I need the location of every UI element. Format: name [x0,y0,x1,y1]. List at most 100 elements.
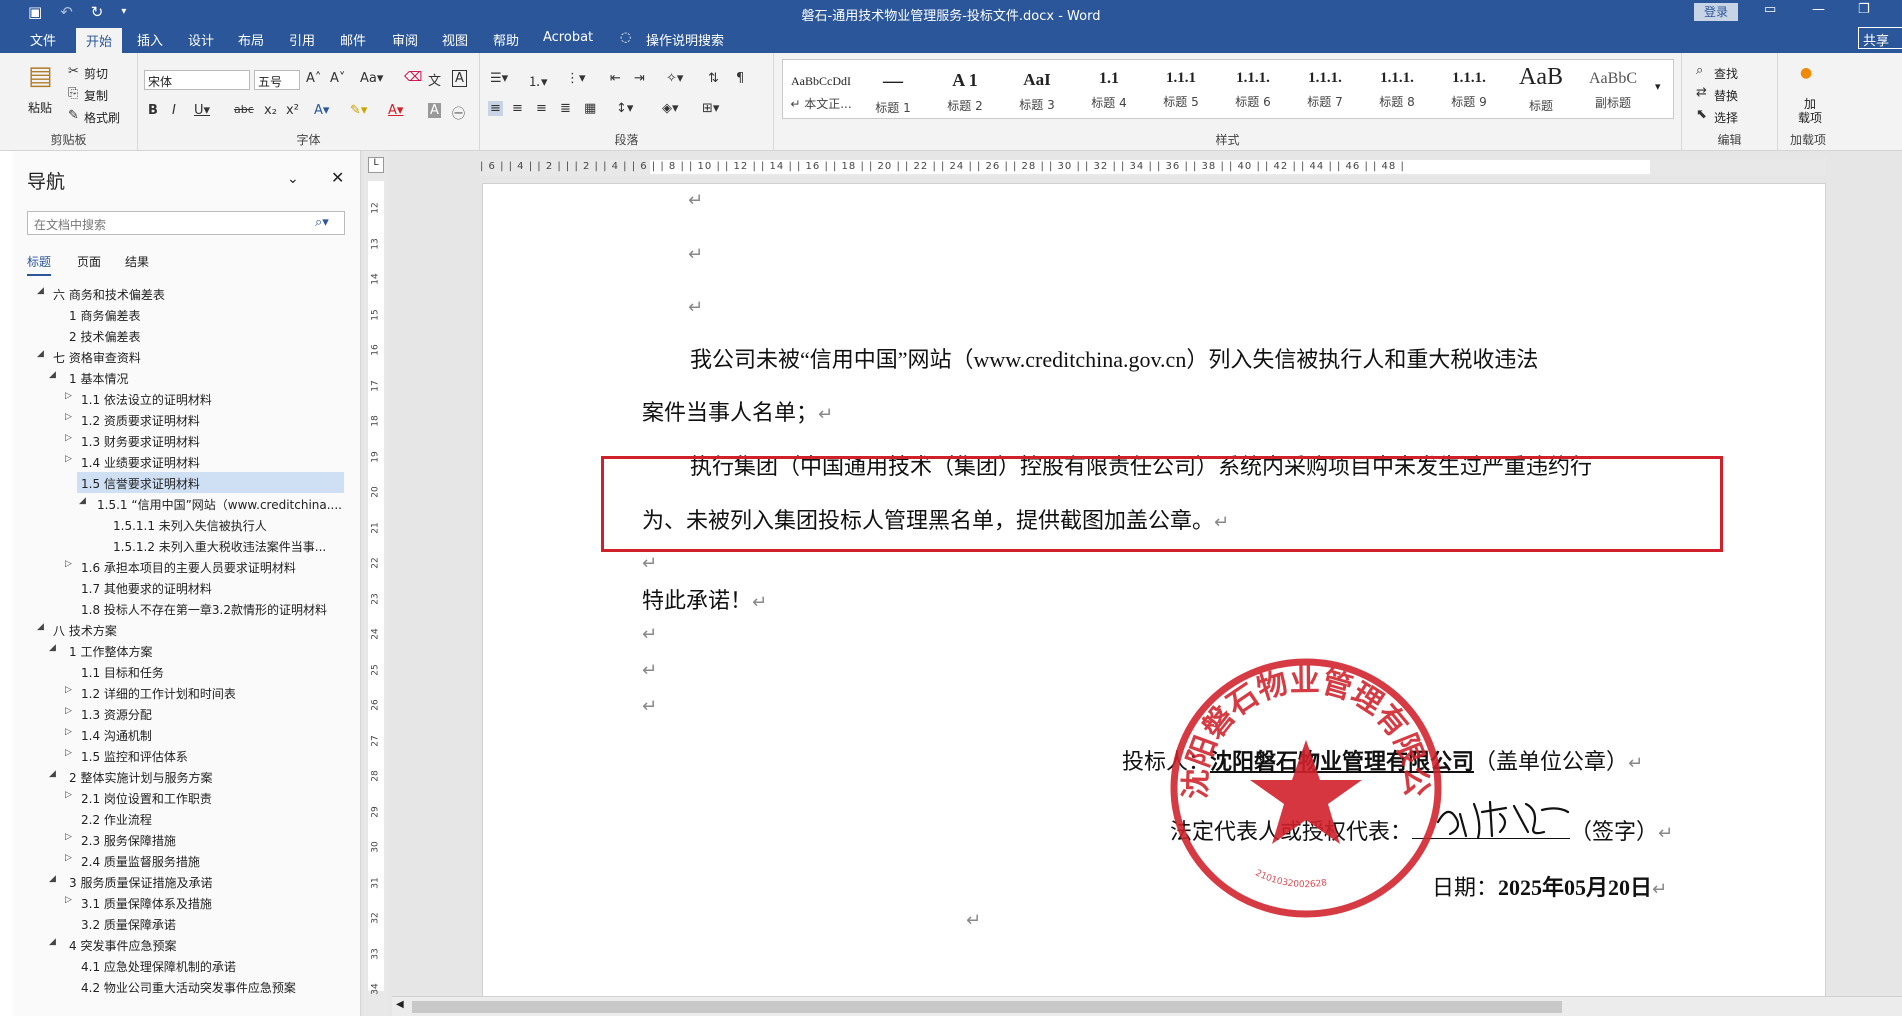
distributed-icon[interactable]: ▦ [584,101,596,116]
heading-item[interactable]: ▷ 1.4 业绩要求证明材料 [13,451,359,472]
font-color-icon[interactable]: A▾ [388,103,403,118]
collapse-arrow-icon[interactable]: ◢ [49,874,56,884]
tab-view[interactable]: 视图 [442,30,468,49]
maximize-icon[interactable]: ❐ [1858,2,1870,17]
style-heading-6[interactable]: 1.1.1. 标题 6 [1217,60,1289,118]
tab-review[interactable]: 审阅 [392,30,418,49]
expand-arrow-icon[interactable]: ▷ [65,790,72,800]
tab-file[interactable]: 文件 [30,30,56,49]
style-heading-8[interactable]: 1.1.1. 标题 8 [1361,60,1433,118]
heading-item[interactable]: 1 商务偏差表 [13,304,359,325]
heading-item[interactable]: ▷ 1.6 承担本项目的主要人员要求证明材料 [13,556,359,577]
expand-arrow-icon[interactable]: ▷ [65,706,72,716]
nav-options-icon[interactable]: ⌄ [287,171,299,187]
text-effects-icon[interactable]: A▾ [314,103,329,118]
highlight-icon[interactable]: ✎▾ [350,103,367,118]
tab-references[interactable]: 引用 [289,30,315,49]
heading-item[interactable]: ◢ 3 服务质量保证措施及承诺 [13,871,359,892]
heading-item[interactable]: 3.2 质量保障承诺 [13,913,359,934]
format-painter-icon[interactable]: ✎ [68,108,79,123]
strikethrough-icon[interactable]: abc [234,103,254,116]
style-title[interactable]: AaB 标题 [1505,60,1577,118]
collapse-arrow-icon[interactable]: ◢ [49,937,56,947]
heading-item[interactable]: ◢ 1 基本情况 [13,367,359,388]
heading-item[interactable]: 2.2 作业流程 [13,808,359,829]
heading-item[interactable]: ◢ 六 商务和技术偏差表 [13,283,359,304]
line-spacing-icon[interactable]: ↕▾ [616,101,633,116]
decrease-indent-icon[interactable]: ⇤ [610,71,621,86]
heading-item[interactable]: ▷ 2.4 质量监督服务措施 [13,850,359,871]
collapse-arrow-icon[interactable]: ◢ [49,370,56,380]
heading-item[interactable]: ▷ 1.1 依法设立的证明材料 [13,388,359,409]
heading-item[interactable]: ◢ 七 资格审查资料 [13,346,359,367]
tab-layout[interactable]: 布局 [238,30,264,49]
shading-icon[interactable]: ◈▾ [662,101,679,116]
heading-item[interactable]: ▷ 3.1 质量保障体系及措施 [13,892,359,913]
expand-arrow-icon[interactable]: ▷ [65,433,72,443]
copy-button[interactable]: 复制 [84,87,108,104]
find-icon[interactable]: ⌕ [1696,63,1703,78]
heading-item[interactable]: ▷ 1.2 资质要求证明材料 [13,409,359,430]
expand-arrow-icon[interactable]: ▷ [65,685,72,695]
find-button[interactable]: 查找 [1714,65,1738,82]
expand-arrow-icon[interactable]: ▷ [65,559,72,569]
heading-item[interactable]: 1.5.1.2 未列入重大税收违法案件当事... [13,535,359,556]
subscript-icon[interactable]: x₂ [264,103,277,118]
select-icon[interactable]: ⬉ [1696,107,1707,122]
styles-more-icon[interactable]: ▾ [1655,80,1661,93]
heading-item[interactable]: ▷ 2.1 岗位设置和工作职责 [13,787,359,808]
increase-indent-icon[interactable]: ⇥ [634,71,645,86]
expand-arrow-icon[interactable]: ▷ [65,391,72,401]
heading-item[interactable]: ▷ 1.3 财务要求证明材料 [13,430,359,451]
collapse-arrow-icon[interactable]: ◢ [37,349,44,359]
collapse-arrow-icon[interactable]: ◢ [37,622,44,632]
align-left-icon[interactable]: ≡ [488,101,503,116]
expand-arrow-icon[interactable]: ▷ [65,727,72,737]
heading-item[interactable]: 1.1 目标和任务 [13,661,359,682]
sort-icon[interactable]: ⇅ [708,71,719,86]
scrollbar-thumb[interactable] [412,1001,1562,1013]
expand-arrow-icon[interactable]: ▷ [65,832,72,842]
justify-icon[interactable]: ≣ [560,101,571,116]
bullets-icon[interactable]: ☰▾ [490,71,508,86]
tab-results[interactable]: 结果 [125,253,149,270]
enclose-char-icon[interactable]: ㊀ [452,103,465,122]
show-marks-icon[interactable]: ¶ [736,71,744,86]
select-button[interactable]: 选择 [1714,109,1738,126]
tab-selector-icon[interactable]: L [368,157,384,173]
tab-acrobat[interactable]: Acrobat [543,30,593,45]
numbering-icon[interactable]: ⒈▾ [528,71,548,90]
nav-search-input[interactable]: 在文档中搜索 [27,211,345,235]
share-button[interactable]: 共享 [1858,27,1902,49]
style-heading-2[interactable]: A 1 标题 2 [929,60,1001,118]
tab-mailings[interactable]: 邮件 [340,30,366,49]
copy-icon[interactable]: ⎘ [68,86,78,101]
ribbon-display-icon[interactable]: ▭ [1764,2,1776,17]
superscript-icon[interactable]: x² [286,103,299,118]
style-heading-4[interactable]: 1.1 标题 4 [1073,60,1145,118]
tab-help[interactable]: 帮助 [493,30,519,49]
heading-item[interactable]: ▷ 2.3 服务保障措施 [13,829,359,850]
addins-icon[interactable]: ● [1800,65,1812,81]
minimize-icon[interactable]: — [1812,2,1825,17]
bold-icon[interactable]: B [148,103,158,118]
italic-icon[interactable]: I [172,103,176,118]
chinese-layout-icon[interactable]: ✧▾ [666,71,683,86]
heading-item[interactable]: ▷ 1.5 监控和评估体系 [13,745,359,766]
heading-item-selected[interactable]: ◢1.5 信誉要求证明材料 [77,472,344,493]
borders-icon[interactable]: ⊞▾ [702,101,719,116]
heading-item[interactable]: 1.5.1.1 未列入失信被执行人 [13,514,359,535]
replace-icon[interactable]: ⇄ [1696,85,1707,100]
paste-button[interactable]: 粘贴 [28,99,52,116]
align-right-icon[interactable]: ≡ [536,101,547,116]
phonetic-icon[interactable]: 文 [428,70,441,89]
tab-design[interactable]: 设计 [188,30,214,49]
format-painter-button[interactable]: 格式刷 [84,109,120,126]
heading-item[interactable]: ◢ 2 整体实施计划与服务方案 [13,766,359,787]
collapse-arrow-icon[interactable]: ◢ [79,496,86,506]
scroll-left-icon[interactable]: ◀ [396,999,404,1010]
grow-font-icon[interactable]: A˄ [306,71,321,86]
addins-button[interactable]: 加 载项 [1796,97,1824,125]
expand-arrow-icon[interactable]: ▷ [65,748,72,758]
heading-item[interactable]: ◢ 八 技术方案 [13,619,359,640]
